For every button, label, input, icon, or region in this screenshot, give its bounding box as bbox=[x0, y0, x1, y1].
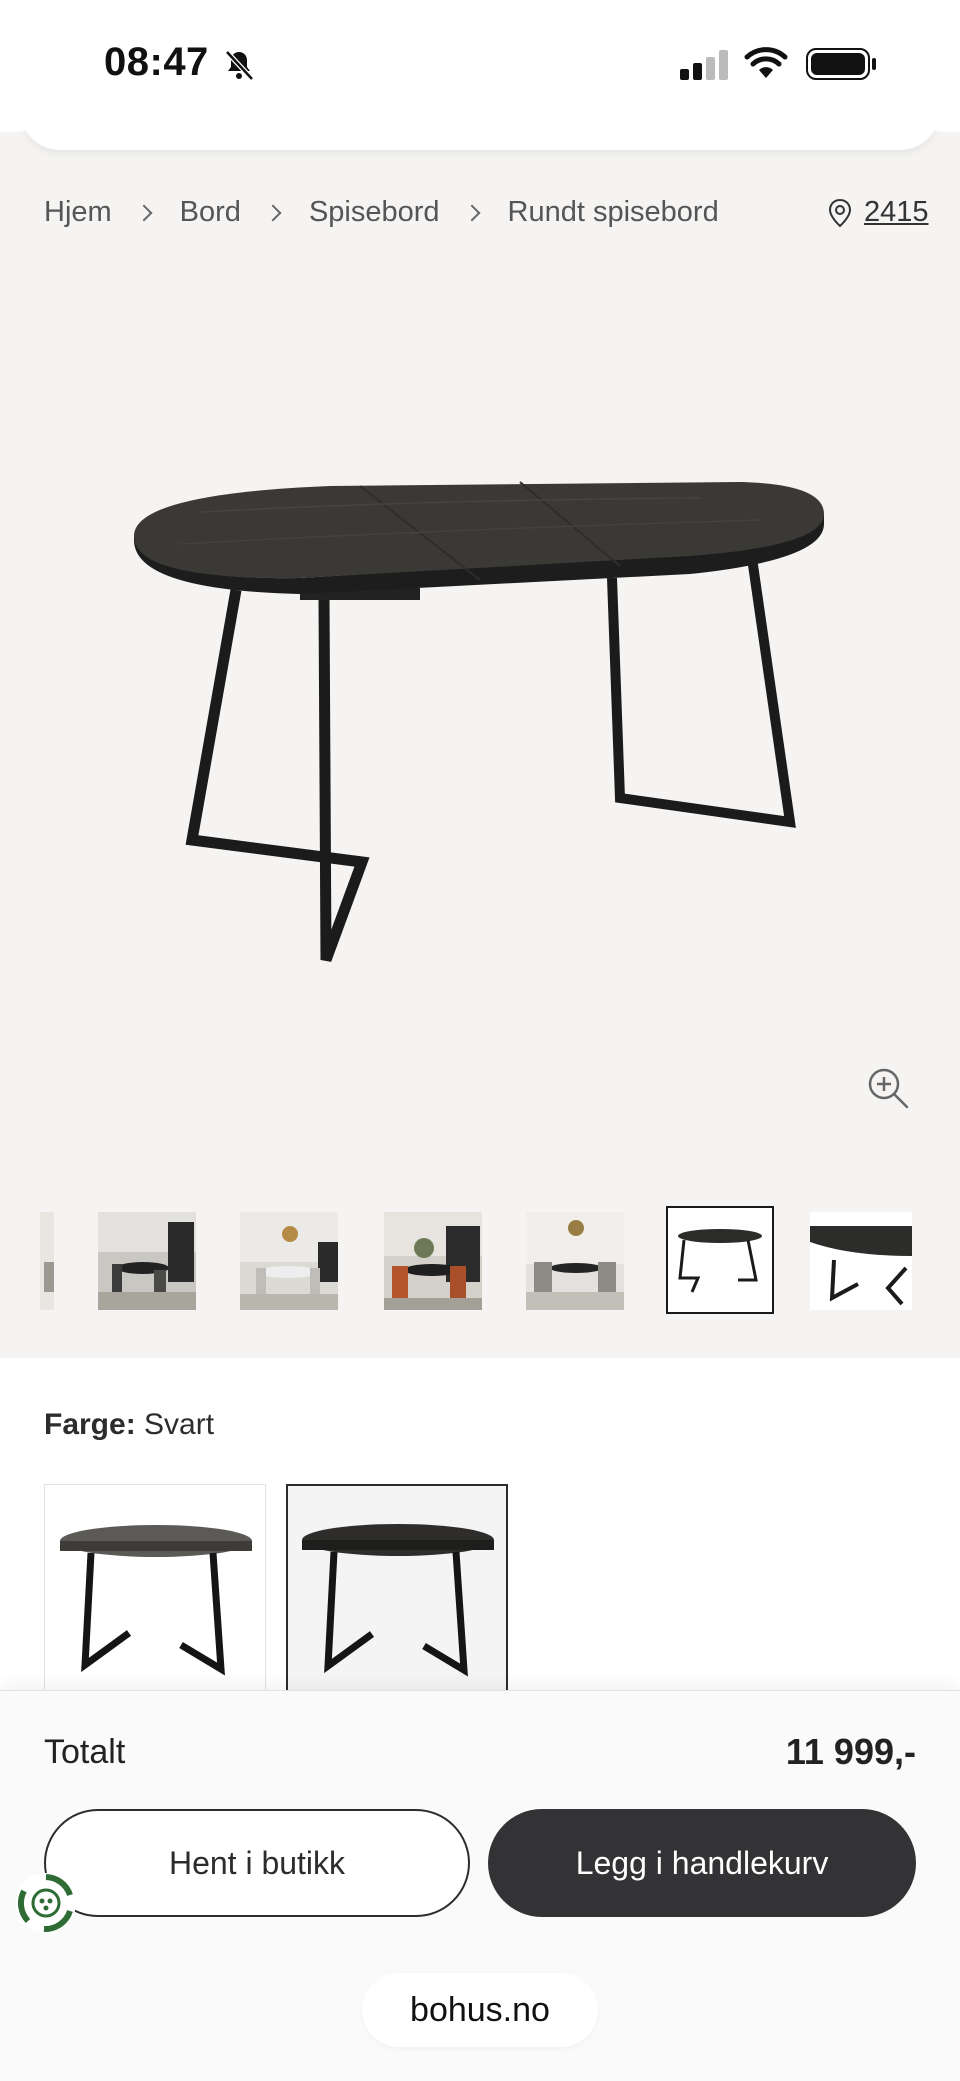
thumbnail-image-selected[interactable] bbox=[666, 1206, 774, 1314]
thumbnail-image[interactable] bbox=[40, 1212, 54, 1310]
thumbnail-image[interactable] bbox=[384, 1212, 482, 1310]
image-thumbnail-strip[interactable] bbox=[0, 1204, 960, 1324]
store-code[interactable]: 2415 bbox=[864, 196, 929, 229]
battery-icon bbox=[806, 48, 876, 80]
product-main-image[interactable] bbox=[0, 250, 960, 1170]
thumbnail-image[interactable] bbox=[810, 1212, 912, 1310]
cellular-signal-icon bbox=[680, 50, 728, 80]
location-pin-icon bbox=[828, 198, 852, 227]
thumbnail-image[interactable] bbox=[98, 1212, 196, 1310]
browser-url-pill[interactable]: bohus.no bbox=[362, 1973, 598, 2047]
chevron-right-icon bbox=[264, 204, 282, 221]
total-label: Totalt bbox=[44, 1733, 126, 1771]
color-label: Farge: Svart bbox=[44, 1408, 214, 1442]
store-selector[interactable]: 2415 bbox=[828, 196, 929, 229]
color-swatch[interactable] bbox=[44, 1484, 266, 1706]
wifi-icon bbox=[744, 47, 788, 78]
breadcrumb: Hjem Bord Spisebord Rundt spisebord bbox=[44, 196, 719, 229]
color-value: Svart bbox=[144, 1408, 215, 1441]
status-time: 08:47 bbox=[104, 40, 209, 84]
total-price: 11 999,- bbox=[785, 1731, 916, 1772]
chevron-right-icon bbox=[135, 204, 153, 221]
eco-recycle-icon[interactable] bbox=[14, 1871, 78, 1935]
sticky-purchase-bar: Totalt 11 999,- Hent i butikk Legg i han… bbox=[0, 1690, 960, 2081]
zoom-in-icon[interactable] bbox=[866, 1066, 910, 1110]
breadcrumb-item-spisebord[interactable]: Spisebord bbox=[309, 196, 440, 229]
pickup-in-store-button[interactable]: Hent i butikk bbox=[44, 1809, 470, 1917]
breadcrumb-item-rundt-spisebord[interactable]: Rundt spisebord bbox=[508, 196, 719, 229]
breadcrumb-item-hjem[interactable]: Hjem bbox=[44, 196, 112, 229]
color-swatch-selected[interactable] bbox=[286, 1484, 508, 1706]
breadcrumb-item-bord[interactable]: Bord bbox=[180, 196, 241, 229]
chevron-right-icon bbox=[463, 204, 481, 221]
bell-muted-icon bbox=[225, 50, 254, 81]
thumbnail-image[interactable] bbox=[240, 1212, 338, 1310]
add-to-cart-button[interactable]: Legg i handlekurv bbox=[488, 1809, 916, 1917]
thumbnail-image[interactable] bbox=[526, 1212, 624, 1310]
color-label-title: Farge: bbox=[44, 1408, 136, 1441]
